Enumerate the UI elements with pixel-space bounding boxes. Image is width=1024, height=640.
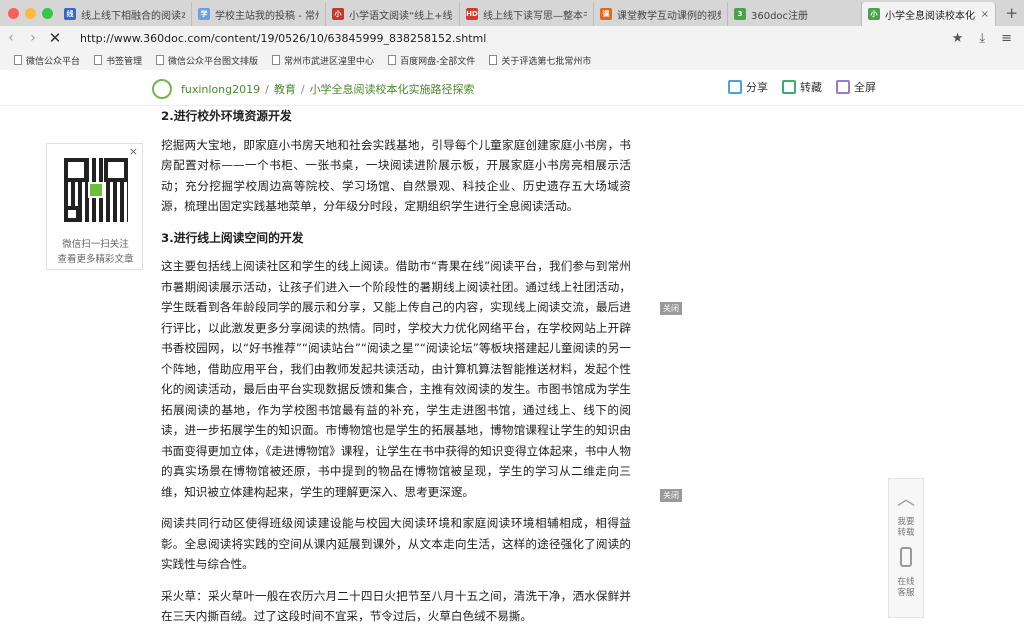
section-heading: 2.进行校外环境资源开发	[161, 109, 292, 123]
address-bar: ‹ › ✕ http://www.360doc.com/content/19/0…	[0, 26, 1024, 50]
breadcrumb-separator: /	[265, 82, 269, 96]
tab-label: 小学全息阅读校本化实施	[885, 10, 976, 22]
download-icon[interactable]: ⤓	[979, 31, 985, 46]
zoom-window-button[interactable]	[42, 8, 53, 19]
bookmark-item[interactable]: 百度网盘-全部文件	[388, 54, 475, 67]
bookmark-item[interactable]: 关于评选第七批常州市	[489, 54, 591, 67]
phone-icon[interactable]	[900, 547, 912, 567]
repost-label-1: 我要	[897, 517, 915, 527]
breadcrumb-user[interactable]: fuxinlong2019	[181, 83, 260, 96]
bookmark-page-icon	[14, 55, 22, 65]
share-icon	[728, 80, 742, 94]
breadcrumb-category[interactable]: 教育	[274, 81, 296, 97]
qr-close-button[interactable]: ×	[129, 145, 138, 158]
bookmark-star-icon[interactable]: ★	[952, 31, 964, 46]
wechat-qr-panel: × 微信扫一扫关注 查看更多精彩文章	[46, 143, 143, 270]
tab-favicon-icon: HD	[466, 8, 478, 20]
site-logo-icon[interactable]	[152, 79, 172, 99]
bookmark-item[interactable]: 微信公众平台	[14, 54, 80, 67]
tab-favicon-icon: 小	[332, 8, 344, 20]
bookmark-label: 微信公众平台图文排版	[168, 56, 259, 67]
breadcrumb: fuxinlong2019 / 教育 / 小学全息阅读校本化实施路径探索	[152, 79, 475, 99]
service-label-2: 客服	[897, 588, 915, 598]
browser-tab[interactable]: 小小学全息阅读校本化实施 ×	[862, 2, 996, 26]
tab-close-icon[interactable]: ×	[981, 9, 989, 20]
browser-tab[interactable]: 线线上线下相融合的阅读本	[58, 2, 192, 26]
share-button[interactable]: 分享	[728, 79, 768, 95]
share-label: 分享	[746, 81, 768, 94]
window-controls	[8, 8, 53, 19]
bookmark-item[interactable]: 书签管理	[94, 54, 142, 67]
ad-close-button[interactable]: 关闭	[660, 302, 682, 315]
browser-tab[interactable]: 课课堂教学互动课例的视频	[594, 2, 728, 26]
bookmark-label: 百度网盘-全部文件	[400, 56, 476, 67]
qr-caption-line1: 微信扫一扫关注	[62, 239, 129, 250]
bookmark-page-icon	[388, 55, 397, 65]
paragraph: 这主要包括线上阅读社区和学生的线上阅读。借助市“青果在线”阅读平台，我们参与到常…	[161, 259, 631, 499]
browser-tab[interactable]: 学学校主站我的投稿 - 常州	[192, 2, 326, 26]
paragraph: 挖掘两大宝地，即家庭小书房天地和社会实践基地，引导每个儿童家庭创建家庭小书房，书…	[161, 137, 631, 214]
tab-label: 课堂教学互动课例的视频	[617, 10, 721, 22]
qr-code-image	[64, 158, 128, 222]
fullscreen-button[interactable]: 全屏	[836, 79, 876, 95]
bookmark-label: 关于评选第七批常州市	[501, 56, 592, 67]
forward-icon[interactable]: ›	[22, 30, 44, 46]
online-service-button[interactable]: 在线 客服	[889, 577, 923, 599]
paragraph: 采火草：采火草叶一般在农历六月二十四日火把节至八月十五之间，清洗干净，洒水保鲜并…	[161, 588, 631, 624]
breadcrumb-separator: /	[300, 82, 305, 96]
article-actions: 分享 转藏 全屏	[728, 79, 876, 95]
close-window-button[interactable]	[8, 8, 19, 19]
tab-label: 小学语文阅读“线上+线下	[349, 10, 453, 22]
bookmark-item[interactable]: 微信公众平台图文排版	[156, 54, 258, 67]
section-heading: 3.进行线上阅读空间的开发	[161, 230, 304, 245]
tab-label: 360doc注册	[751, 10, 809, 22]
back-to-top-button[interactable]: ︿	[889, 479, 923, 517]
repost-button[interactable]: 我要 转载	[889, 517, 923, 539]
service-label-1: 在线	[897, 577, 915, 587]
repost-label-2: 转载	[897, 528, 915, 538]
browser-tab[interactable]: HD 线上线下读写思—整本书	[460, 2, 594, 26]
stop-icon[interactable]: ✕	[44, 29, 66, 47]
collect-label: 转藏	[800, 81, 822, 94]
floating-toolbar: ︿ 我要 转载 在线 客服	[888, 478, 924, 618]
back-icon[interactable]: ‹	[0, 30, 22, 46]
tab-label: 线上线下读写思—整本书	[483, 10, 587, 22]
tab-favicon-icon: 3	[734, 8, 746, 20]
site-header: fuxinlong2019 / 教育 / 小学全息阅读校本化实施路径探索 分享 …	[0, 70, 1024, 106]
bookmark-label: 常州市武进区湟里中心	[284, 56, 375, 67]
tab-favicon-icon: 课	[600, 8, 612, 20]
paragraph: 阅读共同行动区使得班级阅读建设能与校园大阅读环境和家庭阅读环境相辅相成，相得益彰…	[161, 516, 631, 571]
bookmark-page-icon	[272, 55, 281, 65]
tab-label: 线上线下相融合的阅读本	[81, 10, 185, 22]
tabs: 线线上线下相融合的阅读本学学校主站我的投稿 - 常州小小学语文阅读“线上+线下 H…	[58, 2, 998, 26]
browser-chrome: 线线上线下相融合的阅读本学学校主站我的投稿 - 常州小小学语文阅读“线上+线下 H…	[0, 0, 1024, 70]
bookmark-label: 微信公众平台	[26, 56, 81, 67]
tab-favicon-icon: 学	[198, 8, 210, 20]
bookmark-item[interactable]: 常州市武进区湟里中心	[272, 54, 374, 67]
bookmarks-bar: 微信公众平台 书签管理 微信公众平台图文排版 常州市武进区湟里中心 百度网盘-全部文件 关…	[0, 50, 1024, 70]
tab-label: 学校主站我的投稿 - 常州	[215, 10, 319, 22]
bookmark-page-icon	[489, 55, 498, 65]
bookmark-page-icon	[156, 55, 165, 65]
fullscreen-icon	[836, 80, 850, 94]
menu-icon[interactable]: ≡	[1001, 31, 1012, 46]
fullscreen-label: 全屏	[854, 81, 876, 94]
ad-close-button[interactable]: 关闭	[660, 489, 682, 502]
tab-favicon-icon: 小	[868, 8, 880, 20]
breadcrumb-title[interactable]: 小学全息阅读校本化实施路径探索	[310, 81, 475, 97]
browser-tab[interactable]: 3 360doc注册	[728, 2, 862, 26]
minimize-window-button[interactable]	[25, 8, 36, 19]
qr-caption-line2: 查看更多精彩文章	[57, 254, 134, 265]
new-tab-button[interactable]: +	[1005, 4, 1018, 22]
tab-bar: 线线上线下相融合的阅读本学学校主站我的投稿 - 常州小小学语文阅读“线上+线下 H…	[0, 0, 1024, 26]
tab-favicon-icon: 线	[64, 8, 76, 20]
collect-button[interactable]: 转藏	[782, 79, 822, 95]
browser-tab[interactable]: 小小学语文阅读“线上+线下	[326, 2, 460, 26]
article-body: 2.进行校外环境资源开发 挖掘两大宝地，即家庭小书房天地和社会实践基地，引导每个…	[161, 106, 631, 638]
url-input[interactable]: http://www.360doc.com/content/19/0526/10…	[80, 32, 952, 45]
bookmark-page-icon	[94, 55, 103, 65]
bookmark-label: 书签管理	[106, 56, 143, 67]
collect-icon	[782, 80, 796, 94]
